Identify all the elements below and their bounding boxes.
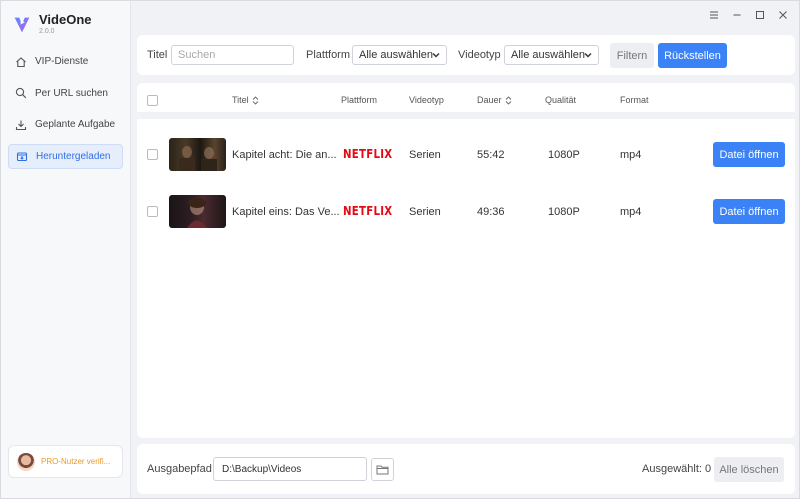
video-thumbnail [169, 138, 226, 171]
table-row: Kapitel acht: Die an... NETFLIX Serien 5… [137, 126, 795, 182]
download-icon [15, 120, 27, 130]
row-duration: 49:36 [477, 206, 505, 218]
header-type: Videotyp [409, 95, 444, 105]
row-quality: 1080P [548, 149, 580, 161]
minimize-icon[interactable] [731, 9, 743, 21]
sidebar-item-label: VIP-Dienste [35, 56, 89, 67]
app-name: VideOne [39, 12, 92, 27]
output-path-field[interactable]: D:\Backup\Videos [213, 457, 367, 481]
header-title-label: Titel [232, 95, 249, 105]
pro-user-label: PRO-Nutzer verifi... [41, 457, 111, 466]
open-file-button[interactable]: Datei öffnen [713, 199, 785, 224]
footer-bar: Ausgabepfad D:\Backup\Videos Ausgewählt:… [137, 444, 795, 494]
row-format: mp4 [620, 206, 642, 218]
avatar [17, 452, 35, 471]
app-version: 2.0.0 [39, 28, 55, 35]
downloaded-box-icon [16, 152, 28, 162]
sidebar-item-vip[interactable]: VIP-Dienste [8, 49, 123, 74]
header-platform: Plattform [341, 95, 378, 105]
sidebar-item-downloaded[interactable]: Heruntergeladen [8, 143, 123, 169]
browse-folder-button[interactable] [371, 458, 394, 481]
folder-icon [376, 465, 389, 475]
type-select-value: Alle auswählen [511, 49, 585, 61]
search-icon [15, 87, 27, 99]
app-window: VideOne 2.0.0 VIP-Dienste Per URL suchen… [0, 0, 800, 499]
row-type: Serien [409, 149, 441, 161]
header-duration[interactable]: Dauer [477, 95, 512, 105]
header-duration-label: Dauer [477, 95, 502, 105]
sort-icon [252, 95, 258, 105]
output-path-label: Ausgabepfad [147, 463, 212, 475]
videone-logo-icon [14, 17, 30, 33]
downloads-table: Titel Plattform Videotyp Dauer Qualität … [137, 83, 795, 438]
filter-button[interactable]: Filtern [610, 43, 654, 68]
home-icon [16, 56, 26, 67]
title-filter-label: Titel [147, 49, 168, 61]
open-file-button[interactable]: Datei öffnen [713, 142, 785, 167]
delete-all-button[interactable]: Alle löschen [714, 457, 784, 482]
platform-select[interactable]: Alle auswählen [352, 45, 447, 65]
row-format: mp4 [620, 149, 642, 161]
select-all-checkbox[interactable] [147, 95, 158, 106]
type-filter-label: Videotyp [458, 49, 501, 61]
header-quality: Qualität [545, 95, 577, 105]
row-quality: 1080P [548, 206, 580, 218]
selected-count: Ausgewählt: 0 [642, 463, 712, 475]
row-type: Serien [409, 206, 441, 218]
sidebar-item-url-search[interactable]: Per URL suchen [8, 81, 123, 106]
header-format: Format [620, 95, 649, 105]
sidebar-item-label: Heruntergeladen [36, 150, 111, 162]
table-row: Kapitel eins: Das Ve... NETFLIX Serien 4… [137, 183, 795, 239]
row-duration: 55:42 [477, 149, 505, 161]
sidebar-nav: VIP-Dienste Per URL suchen Geplante Aufg… [8, 49, 123, 175]
close-icon[interactable] [777, 9, 789, 21]
sidebar-item-scheduled[interactable]: Geplante Aufgabe [8, 112, 123, 137]
sidebar: VideOne 2.0.0 VIP-Dienste Per URL suchen… [1, 1, 131, 498]
row-title: Kapitel acht: Die an... [232, 149, 337, 161]
row-title: Kapitel eins: Das Ve... [232, 206, 340, 218]
menu-icon[interactable] [708, 9, 720, 21]
row-checkbox[interactable] [147, 206, 158, 217]
netflix-logo: NETFLIX [343, 147, 393, 161]
search-input[interactable] [171, 45, 294, 65]
maximize-icon[interactable] [754, 9, 766, 21]
chevron-down-icon [432, 53, 440, 58]
sort-icon [505, 95, 511, 105]
pro-user-badge[interactable]: PRO-Nutzer verifi... [8, 445, 123, 478]
reset-button[interactable]: Rückstellen [658, 43, 727, 68]
row-checkbox[interactable] [147, 149, 158, 160]
table-header: Titel Plattform Videotyp Dauer Qualität … [137, 83, 795, 119]
video-thumbnail [169, 195, 226, 228]
window-controls [708, 9, 789, 21]
filter-bar: Titel Plattform Alle auswählen Videotyp … [137, 35, 795, 75]
chevron-down-icon [584, 53, 592, 58]
platform-select-value: Alle auswählen [359, 49, 433, 61]
sidebar-item-label: Per URL suchen [35, 87, 108, 99]
header-title[interactable]: Titel [232, 95, 259, 105]
platform-filter-label: Plattform [306, 49, 351, 61]
sidebar-item-label: Geplante Aufgabe [35, 119, 116, 130]
netflix-logo: NETFLIX [343, 204, 393, 218]
type-select[interactable]: Alle auswählen [504, 45, 599, 65]
brand: VideOne 2.0.0 [11, 13, 92, 37]
